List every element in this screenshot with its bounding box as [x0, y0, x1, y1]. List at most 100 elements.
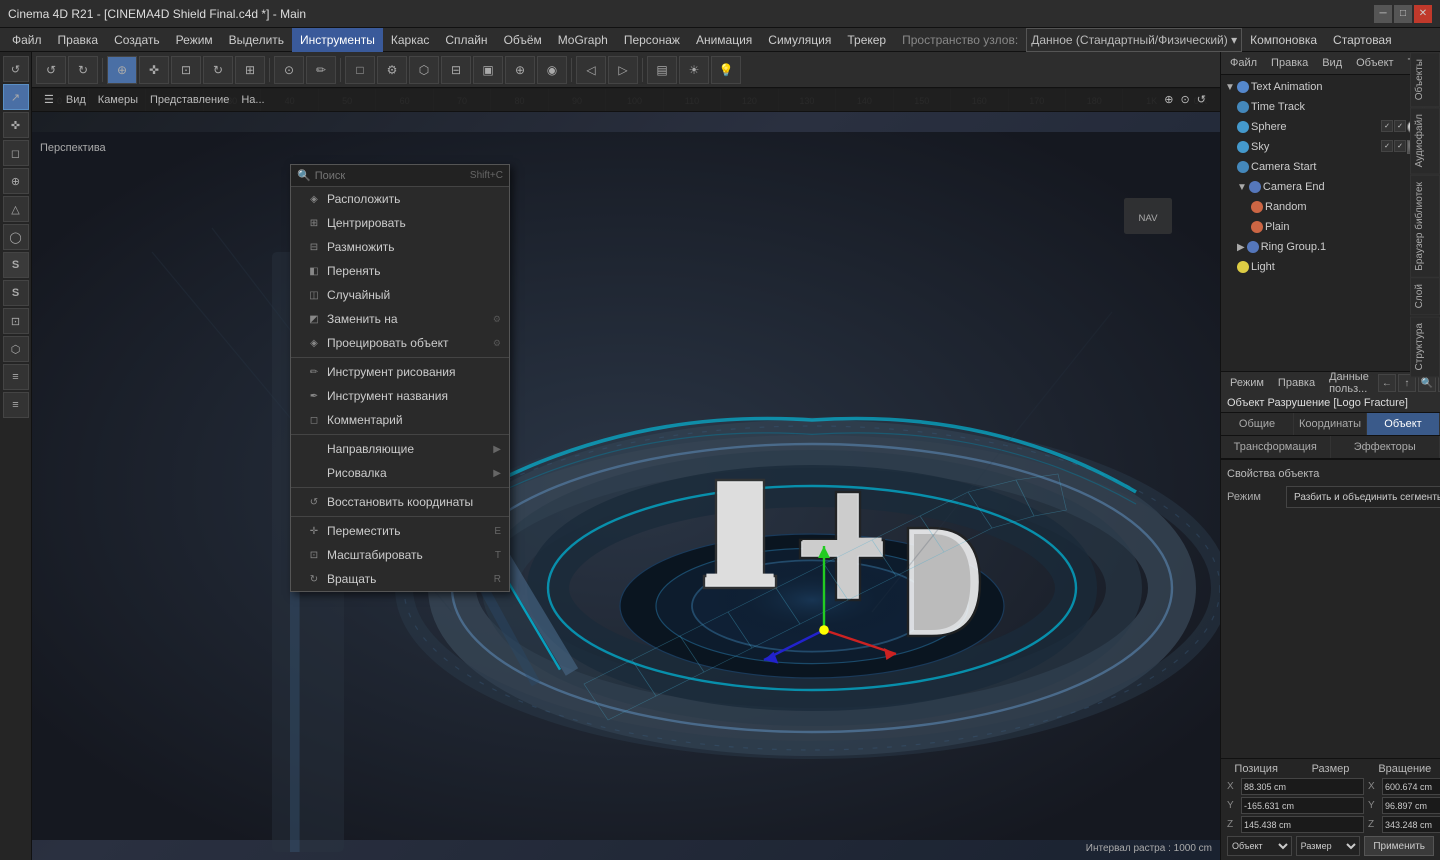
- tb-transform[interactable]: ⊞: [235, 56, 265, 84]
- coord-apply-button[interactable]: Применить: [1364, 836, 1434, 856]
- side-tab-objects[interactable]: Объекты: [1410, 52, 1440, 107]
- attr-menu-userdata[interactable]: Данные польз...: [1324, 371, 1374, 395]
- tb-snap[interactable]: ⊙: [274, 56, 304, 84]
- attr-tab-transform[interactable]: Трансформация: [1221, 436, 1331, 458]
- tb-obj4[interactable]: ⊟: [441, 56, 471, 84]
- menu-tools[interactable]: Инструменты: [292, 28, 383, 52]
- vp-menu-cameras[interactable]: Камеры: [92, 94, 144, 106]
- menu-nodespace-value[interactable]: Данное (Стандартный/Физический) ▾: [1026, 28, 1242, 52]
- menu-spline[interactable]: Сплайн: [437, 28, 495, 52]
- menu-mode[interactable]: Режим: [168, 28, 221, 52]
- close-button[interactable]: ✕: [1414, 5, 1432, 23]
- coord-x-size-input[interactable]: [1382, 778, 1440, 795]
- tb-obj1[interactable]: □: [345, 56, 375, 84]
- menu-simulation[interactable]: Симуляция: [760, 28, 839, 52]
- side-tab-browser[interactable]: Браузер библиотек: [1410, 175, 1440, 278]
- menu-tracker[interactable]: Трекер: [839, 28, 894, 52]
- coord-y-size-input[interactable]: [1382, 797, 1440, 814]
- tool-move[interactable]: ✜: [3, 112, 29, 138]
- menu-edit[interactable]: Правка: [50, 28, 107, 52]
- dd-item-raspologit[interactable]: ◈ Расположить: [291, 187, 509, 211]
- tb-lights[interactable]: ☀: [679, 56, 709, 84]
- attr-menu-mode[interactable]: Режим: [1225, 377, 1269, 389]
- attr-nav-back[interactable]: ←: [1378, 374, 1396, 392]
- obj-menu-file[interactable]: Файл: [1225, 52, 1262, 74]
- dd-item-multiply[interactable]: ⊟ Размножить: [291, 235, 509, 259]
- dd-item-scale[interactable]: ⊡ Масштабировать T: [291, 543, 509, 567]
- obj-row-sky[interactable]: Sky ✓ ✓: [1223, 137, 1438, 157]
- obj-row-text-anim[interactable]: ▼ Text Animation ✓ ✓: [1223, 77, 1438, 97]
- menu-file[interactable]: Файл: [4, 28, 50, 52]
- obj-row-random[interactable]: Random ✓ ✓: [1223, 197, 1438, 217]
- tb-grid-vis[interactable]: ▤: [647, 56, 677, 84]
- coord-z-size-input[interactable]: [1382, 816, 1440, 833]
- dd-item-comment[interactable]: ◻ Комментарий: [291, 408, 509, 432]
- tool-lines1[interactable]: ≡: [3, 364, 29, 390]
- vp-menu-na[interactable]: На...: [235, 94, 270, 106]
- coord-size-mode-select[interactable]: Размер Масштаб: [1296, 836, 1361, 856]
- tb-arr2[interactable]: ▷: [608, 56, 638, 84]
- sky-vis-1[interactable]: ✓: [1381, 140, 1393, 152]
- tb-obj5[interactable]: ▣: [473, 56, 503, 84]
- minimize-button[interactable]: ─: [1374, 5, 1392, 23]
- tool-grid[interactable]: ⊡: [3, 308, 29, 334]
- tb-obj2[interactable]: ⚙: [377, 56, 407, 84]
- menu-create[interactable]: Создать: [106, 28, 168, 52]
- tb-redo[interactable]: ↻: [68, 56, 98, 84]
- tool-pen[interactable]: ⊕: [3, 168, 29, 194]
- tb-brush[interactable]: ✏: [306, 56, 336, 84]
- menu-animation[interactable]: Анимация: [688, 28, 760, 52]
- tb-rotate[interactable]: ↻: [203, 56, 233, 84]
- side-tab-structure[interactable]: Структура: [1410, 316, 1440, 377]
- dd-item-project[interactable]: ◈ Проецировать объект ⚙: [291, 331, 509, 355]
- tb-arr1[interactable]: ◁: [576, 56, 606, 84]
- tool-lines2[interactable]: ≡: [3, 392, 29, 418]
- vp-menu-presentation[interactable]: Представление: [144, 94, 235, 106]
- vp-menu-view[interactable]: Вид: [60, 94, 92, 106]
- tb-move[interactable]: ✜: [139, 56, 169, 84]
- replace-gear-icon[interactable]: ⚙: [493, 314, 501, 325]
- menu-compose[interactable]: Компоновка: [1242, 28, 1325, 52]
- project-gear-icon[interactable]: ⚙: [493, 338, 501, 349]
- dd-item-move[interactable]: ✛ Переместить E: [291, 519, 509, 543]
- side-tab-layer[interactable]: Слой: [1410, 277, 1440, 315]
- obj-row-cam-start[interactable]: Camera Start: [1223, 157, 1438, 177]
- obj-menu-edit[interactable]: Правка: [1266, 52, 1313, 74]
- attr-tab-coords[interactable]: Координаты: [1294, 413, 1367, 435]
- tool-undo[interactable]: ↺: [3, 56, 29, 82]
- dd-item-rotate[interactable]: ↻ Вращать R: [291, 567, 509, 591]
- tb-obj6[interactable]: ⊕: [505, 56, 535, 84]
- coord-mode-select[interactable]: Объект Мировое: [1227, 836, 1292, 856]
- tb-scale[interactable]: ⊡: [171, 56, 201, 84]
- dd-item-draw-tool[interactable]: ✏ Инструмент рисования: [291, 360, 509, 384]
- tb-undo[interactable]: ↺: [36, 56, 66, 84]
- attr-menu-edit[interactable]: Правка: [1273, 377, 1320, 389]
- search-input[interactable]: [315, 170, 466, 182]
- attr-tab-general[interactable]: Общие: [1221, 413, 1294, 435]
- tool-box[interactable]: ◻: [3, 140, 29, 166]
- tb-select-live[interactable]: ⊕: [107, 56, 137, 84]
- tool-triangle[interactable]: △: [3, 196, 29, 222]
- vp-nav-3[interactable]: ↺: [1197, 94, 1206, 106]
- menu-start[interactable]: Стартовая: [1325, 28, 1400, 52]
- maximize-button[interactable]: □: [1394, 5, 1412, 23]
- tb-obj3[interactable]: ⬡: [409, 56, 439, 84]
- dd-item-restore-coords[interactable]: ↺ Восстановить координаты: [291, 490, 509, 514]
- vp-menu-icon[interactable]: ☰: [38, 93, 60, 106]
- obj-row-time-track[interactable]: Time Track: [1223, 97, 1438, 117]
- obj-row-sphere[interactable]: Sphere ✓ ✓: [1223, 117, 1438, 137]
- sky-vis-2[interactable]: ✓: [1394, 140, 1406, 152]
- tool-select[interactable]: ↗: [3, 84, 29, 110]
- tool-hex[interactable]: ⬡: [3, 336, 29, 362]
- tb-obj7[interactable]: ◉: [537, 56, 567, 84]
- menu-character[interactable]: Персонаж: [616, 28, 688, 52]
- tool-s2[interactable]: S: [3, 280, 29, 306]
- tb-render[interactable]: 💡: [711, 56, 741, 84]
- obj-menu-object[interactable]: Объект: [1351, 52, 1398, 74]
- obj-row-cam-end[interactable]: ▼ Camera End: [1223, 177, 1438, 197]
- coord-y-pos-input[interactable]: [1241, 797, 1364, 814]
- obj-row-ring-group[interactable]: ▶ Ring Group.1: [1223, 237, 1438, 257]
- dd-item-center[interactable]: ⊞ Центрировать: [291, 211, 509, 235]
- vp-nav-1[interactable]: ⊕: [1164, 94, 1173, 106]
- menu-wireframe[interactable]: Каркас: [383, 28, 438, 52]
